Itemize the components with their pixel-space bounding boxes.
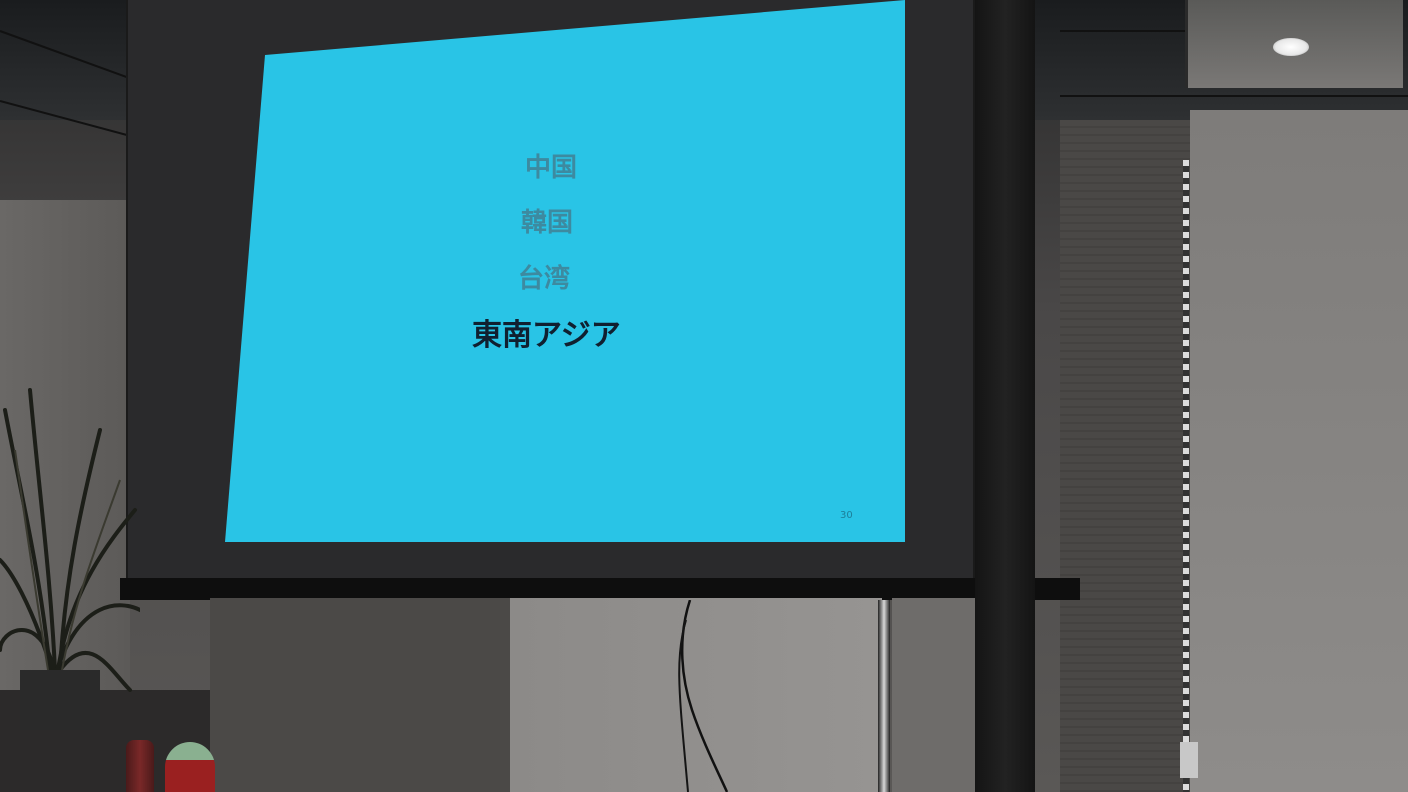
ceiling-beam [1060,95,1408,97]
slide-item-korea: 韓国 [521,208,574,238]
pillar [975,0,1035,792]
blind-wall [1060,120,1190,792]
ceiling-light [1273,38,1309,56]
light-rail [1183,160,1189,792]
hanging-cable [678,600,729,792]
ceiling-beam [1060,30,1185,32]
screen-bottom-bar [120,578,1080,600]
wall-tag [1180,742,1198,778]
slide-item-china: 中国 [525,153,578,183]
fire-extinguisher [126,740,154,792]
potted-plant [0,388,140,730]
photo-scene: 中国 韓国 台湾 東南アジア 30 [0,0,1408,792]
lower-wall-dark [210,598,510,792]
slide-item-southeast-asia: 東南アジア [472,318,621,353]
lower-wall-mid [892,598,975,792]
slide-page-number: 30 [840,510,853,521]
slide-item-taiwan: 台湾 [518,264,571,294]
right-wall [1190,110,1408,792]
stool [165,742,215,792]
metal-post [878,600,890,792]
